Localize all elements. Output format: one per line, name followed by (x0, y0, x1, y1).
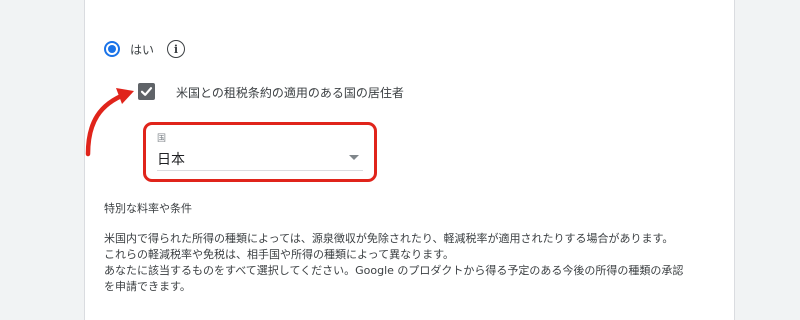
country-field-label: 国 (157, 134, 167, 144)
info-icon[interactable]: i (167, 40, 185, 58)
treaty-resident-label: 米国との租税条約の適用のある国の居住者 (176, 86, 404, 100)
treaty-resident-checkbox[interactable] (138, 83, 155, 100)
radio-selected-dot (108, 45, 116, 53)
special-rates-heading: 特別な料率や条件 (104, 202, 192, 215)
description-line-2: これらの軽減税率や免税は、相手国や所得の種類によって異なります。 (104, 248, 455, 261)
yes-radio-label: はい (130, 42, 155, 57)
dropdown-arrow-icon[interactable] (349, 155, 359, 160)
country-field-underline (157, 170, 363, 171)
description-line-1: 米国内で得られた所得の種類によっては、源泉徴収が免除されたり、軽減税率が適用され… (104, 232, 674, 245)
description-line-3: あなたに該当するものをすべて選択してください。Google のプロダクトから得る… (104, 264, 684, 277)
special-rates-description: 米国内で得られた所得の種類によっては、源泉徴収が免除されたり、軽減税率が適用され… (104, 231, 724, 295)
check-icon (140, 87, 153, 96)
yes-radio-button[interactable] (104, 41, 120, 57)
country-select[interactable]: 日本 (157, 149, 185, 169)
description-line-4: を申請できます。 (104, 280, 191, 293)
annotation-arrow-icon (85, 88, 134, 157)
yes-radio-option[interactable]: はい (104, 39, 154, 59)
